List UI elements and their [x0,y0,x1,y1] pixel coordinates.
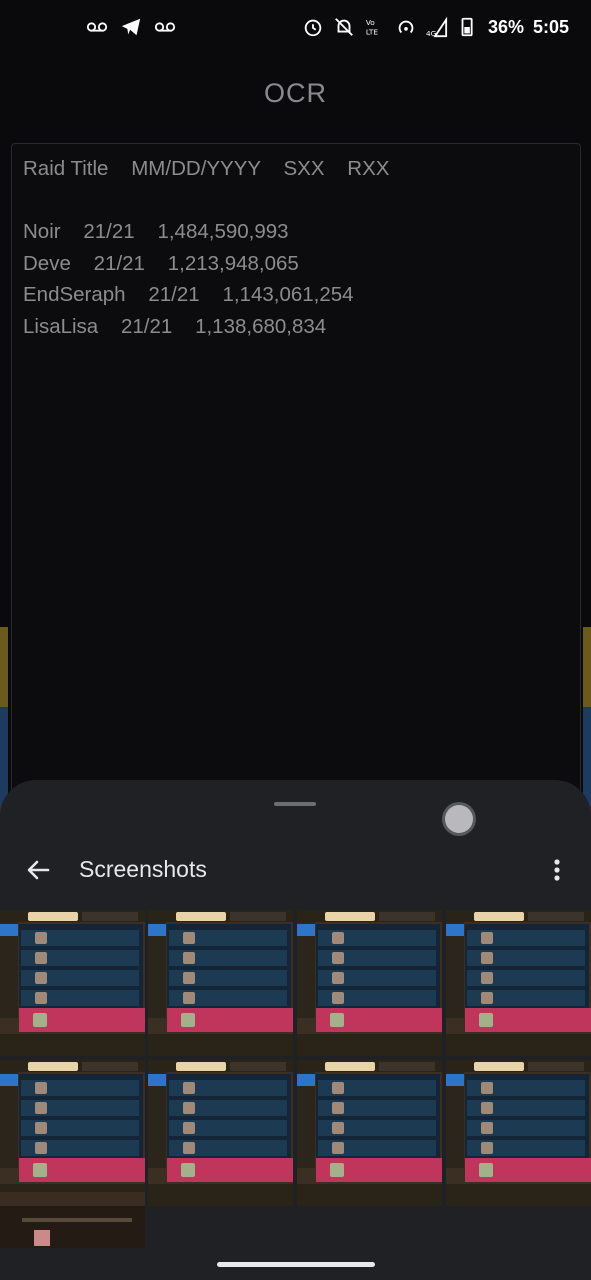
background-band [0,707,8,807]
status-right-icons: Vo LTE 4G 36% 5:05 [302,16,569,38]
sheet-toolbar: Screenshots [0,842,591,898]
status-bar: Vo LTE 4G 36% 5:05 [0,0,591,58]
svg-text:Vo: Vo [366,18,375,27]
screenshot-thumbnail[interactable] [0,910,145,1056]
screenshot-thumbnail[interactable] [446,1060,591,1206]
battery-level: 36% [487,16,524,37]
screenshot-thumbnail[interactable] [0,1060,145,1206]
bell-off-icon [335,18,353,36]
screenshot-thumbnail[interactable] [446,910,591,1056]
screenshot-thumbnail[interactable] [297,1060,442,1206]
ocr-line: LisaLisa 21/21 1,138,680,834 [23,314,327,338]
alarm-icon [304,19,322,37]
screenshot-thumbnail[interactable] [297,910,442,1056]
sheet-title: Screenshots [79,856,207,882]
voicemail-icon [86,22,108,32]
battery-icon [461,17,473,37]
background-band [583,627,591,707]
screenshot-thumbnail[interactable] [0,1192,145,1248]
ocr-result-lines: Noir 21/21 1,484,590,993 Deve 21/21 1,21… [23,220,354,346]
arrow-back-icon[interactable] [22,854,54,886]
background-band [0,627,8,707]
ocr-header-line: Raid Title MM/DD/YYYY SXX RXX [23,157,390,180]
signal-4g-icon: 4G [426,16,448,38]
screenshot-thumbnail[interactable] [148,1060,293,1206]
svg-text:LTE: LTE [366,27,379,36]
voicemail-icon [154,22,176,32]
status-left-icons [86,16,176,38]
background-band [583,707,591,807]
page-title: OCR [264,78,327,108]
sheet-drag-handle[interactable] [274,802,316,806]
screenshot-thumbnail[interactable] [148,910,293,1056]
ocr-line: EndSeraph 21/21 1,143,061,254 [23,283,354,307]
ocr-line: Noir 21/21 1,484,590,993 [23,220,289,243]
touch-indicator [445,805,473,833]
telegram-icon [121,18,141,36]
clock: 5:05 [532,16,569,37]
more-vert-icon[interactable] [543,854,571,886]
gesture-nav-bar[interactable] [217,1262,375,1267]
volte-icon: VoLTE [366,18,379,36]
hotspot-icon [398,20,414,34]
ocr-line: Deve 21/21 1,213,948,065 [23,251,299,275]
image-picker-sheet[interactable]: Screenshots [0,780,591,1280]
ocr-text-area[interactable]: Raid Title MM/DD/YYYY SXX RXX Noir 21/21… [11,143,581,835]
